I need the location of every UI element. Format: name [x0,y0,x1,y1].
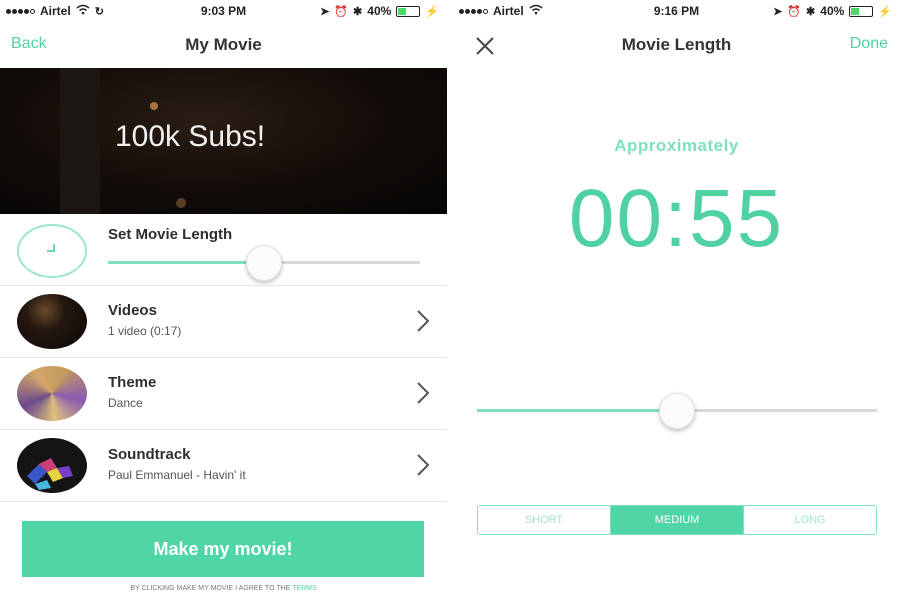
segment-long[interactable]: LONG [743,506,876,534]
approximately-label: Approximately [614,136,739,155]
status-bar: Airtel ↻ 9:03 PM ➤ ⏰ ✱ 40% ⚡ [0,0,447,22]
soundtrack-thumbnail [17,438,87,493]
battery-icon [849,5,874,17]
done-button[interactable]: Done [850,35,888,53]
movie-length-screen: Airtel 9:16 PM ➤ ⏰ ✱ 40% ⚡ Movie Length … [453,0,900,603]
preview-light [150,102,158,110]
bluetooth-icon: ✱ [806,5,816,18]
battery-percent: 40% [820,4,845,18]
videos-thumbnail [17,294,87,349]
videos-row[interactable]: Videos 1 video (0:17) [0,286,447,358]
alarm-icon: ⏰ [334,5,349,18]
theme-row[interactable]: Theme Dance [0,358,447,430]
chevron-right-icon [417,310,430,332]
soundtrack-subtitle: Paul Emmanuel - Havin' it [108,468,246,482]
charging-icon: ⚡ [878,5,892,18]
my-movie-screen: Airtel ↻ 9:03 PM ➤ ⏰ ✱ 40% ⚡ Back My Mov… [0,0,447,603]
preview-background [60,68,100,214]
set-movie-length-label: Set Movie Length [108,226,233,243]
chevron-right-icon [417,382,430,404]
alarm-icon: ⏰ [787,5,802,18]
location-icon: ➤ [320,5,330,18]
theme-subtitle: Dance [108,396,143,410]
length-slider-fill [108,261,264,264]
preview-title-text: 100k Subs! [115,120,266,153]
length-slider-thumb[interactable] [659,393,695,429]
terms-link[interactable]: TERMS [292,585,317,592]
length-slider-fill [477,409,677,412]
segment-medium[interactable]: MEDIUM [610,506,743,534]
bluetooth-icon: ✱ [353,5,363,18]
battery-level-fill [851,7,860,15]
soundtrack-art [27,458,73,490]
battery-level-fill [398,7,407,15]
videos-subtitle: 1 video (0:17) [108,324,182,338]
movie-preview[interactable]: 100k Subs! [0,68,447,214]
videos-title: Videos [108,302,157,319]
status-bar: Airtel 9:16 PM ➤ ⏰ ✱ 40% ⚡ [453,0,900,22]
nav-bar: Back My Movie [0,22,447,68]
length-slider-thumb[interactable] [246,245,282,281]
page-title: Movie Length [621,35,732,54]
preview-light [176,198,186,208]
segment-short[interactable]: SHORT [478,506,610,534]
battery-percent: 40% [367,4,392,18]
make-my-movie-button[interactable]: Make my movie! [22,521,424,577]
soundtrack-title: Soundtrack [108,446,191,463]
soundtrack-row[interactable]: Soundtrack Paul Emmanuel - Havin' it [0,430,447,502]
charging-icon: ⚡ [425,5,439,18]
chevron-right-icon [417,454,430,476]
length-segmented-control: SHORT MEDIUM LONG [477,505,877,535]
battery-icon [396,5,421,17]
theme-thumbnail [17,366,87,421]
location-icon: ➤ [773,5,783,18]
terms-notice: BY CLICKING MAKE MY MOVIE I AGREE TO THE… [0,585,447,592]
terms-text: BY CLICKING MAKE MY MOVIE I AGREE TO THE [130,585,291,592]
set-movie-length-row: Set Movie Length [0,214,447,286]
clock-hands [47,244,55,252]
duration-display: 00:55 [568,173,785,264]
theme-title: Theme [108,374,157,391]
page-title: My Movie [185,35,262,54]
nav-bar: Movie Length Done [453,22,900,68]
